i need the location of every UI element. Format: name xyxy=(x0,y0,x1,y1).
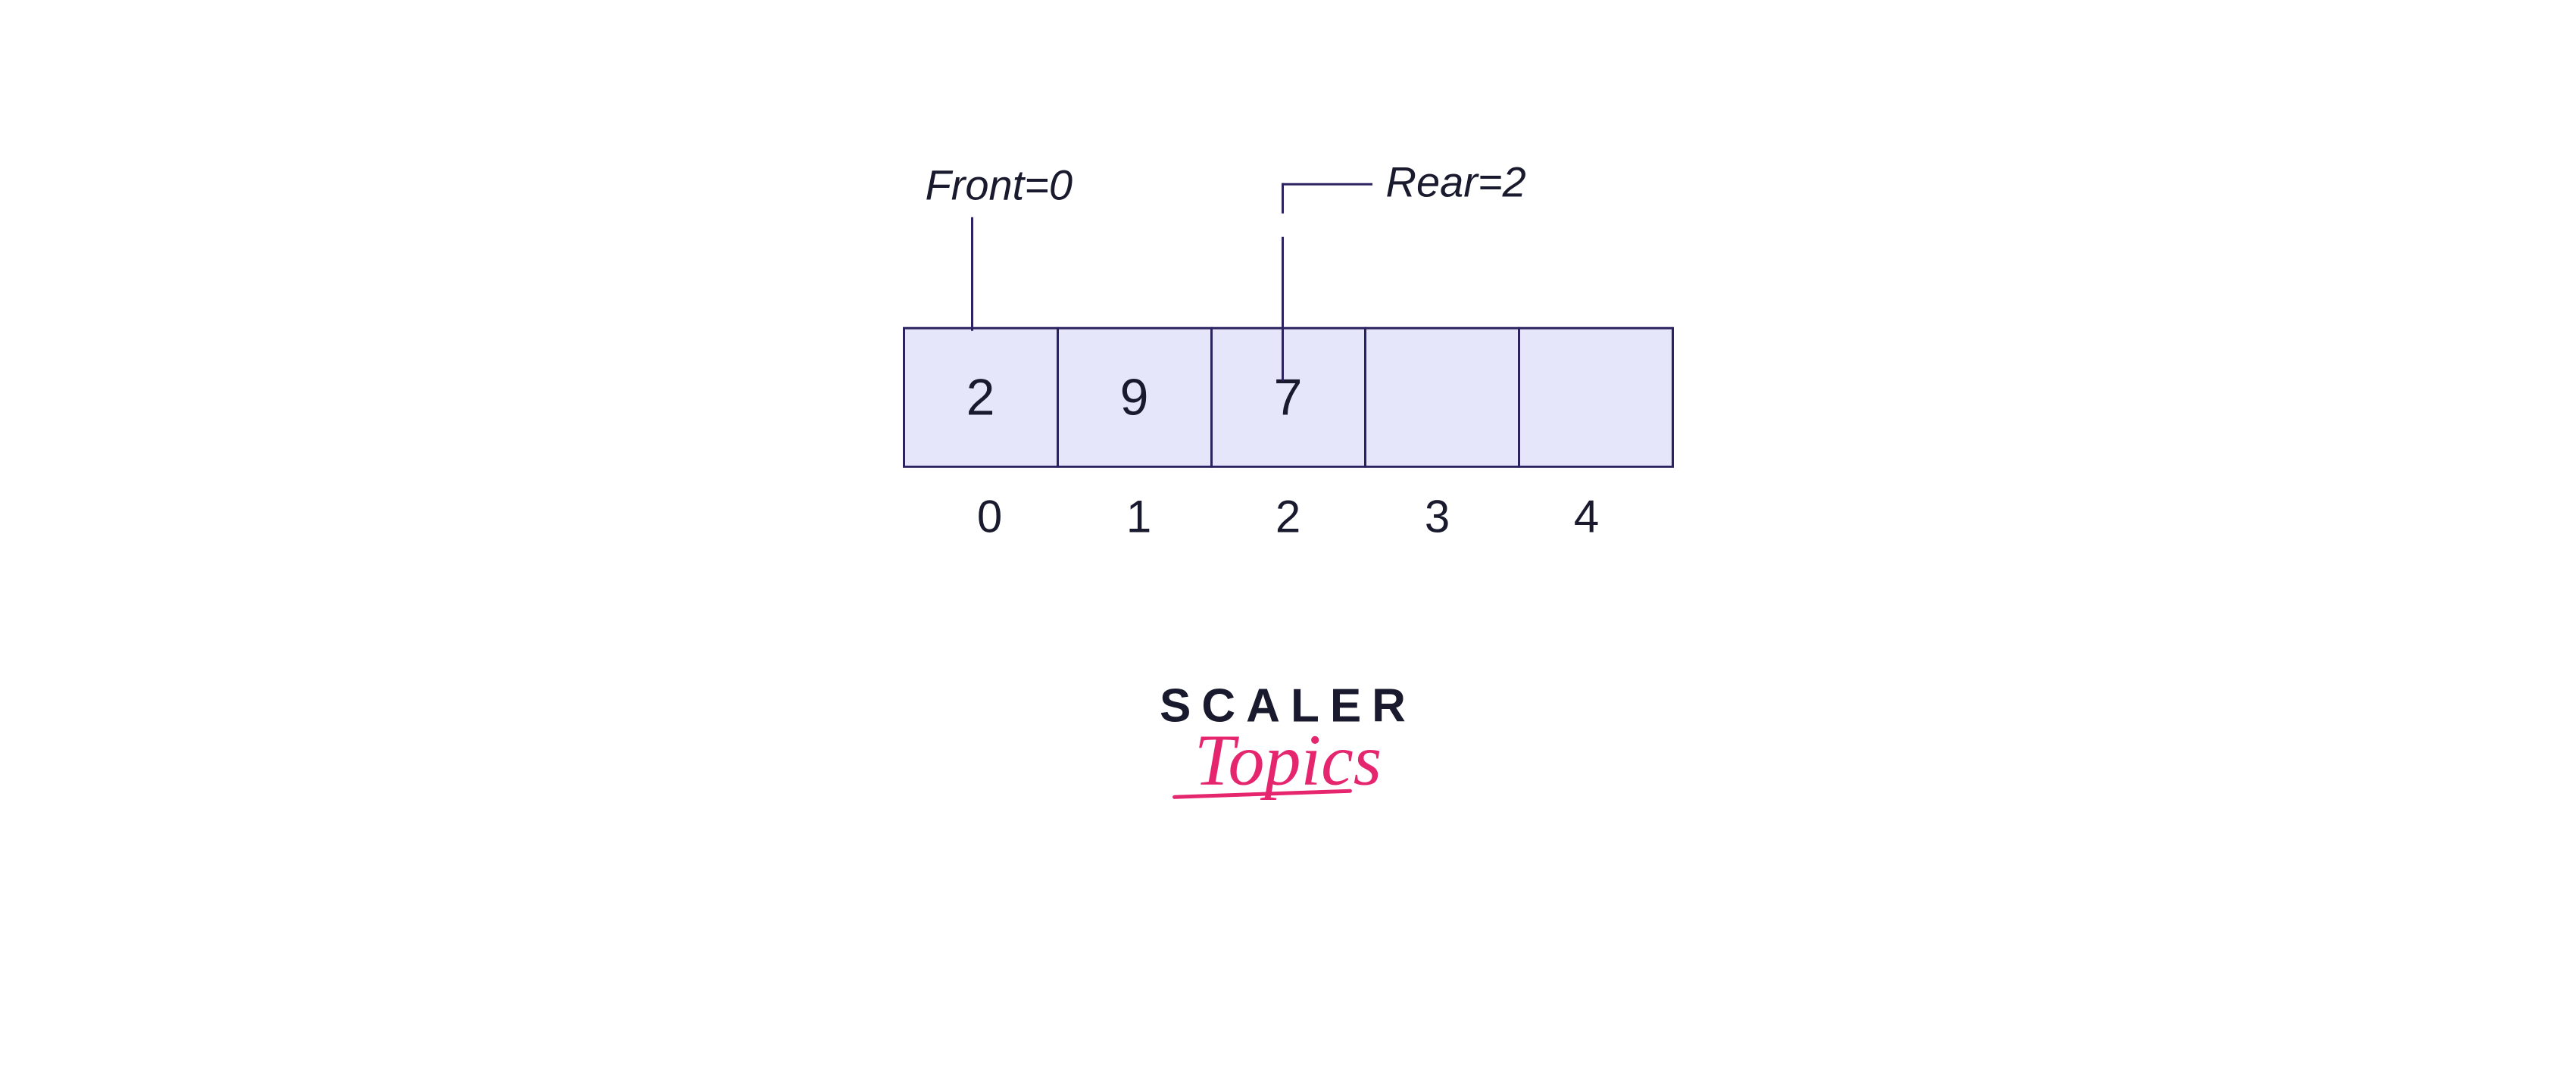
front-label: Front=0 xyxy=(926,161,1073,210)
queue-cell-3 xyxy=(1364,327,1520,468)
queue-diagram: Front=0 Rear=2 xyxy=(903,161,1674,802)
index-row: 0 1 2 3 4 xyxy=(914,491,1663,543)
rear-pointer-line-v xyxy=(1282,237,1284,381)
logo: SCALER Topics xyxy=(1160,679,1416,802)
index-2: 2 xyxy=(1213,491,1364,543)
rear-pointer-line-h xyxy=(1282,183,1372,186)
queue-cell-1: 9 xyxy=(1057,327,1213,468)
index-4: 4 xyxy=(1511,491,1663,543)
queue-array: 2 9 7 xyxy=(903,327,1674,468)
queue-cell-0: 2 xyxy=(903,327,1059,468)
front-pointer-line xyxy=(971,217,973,331)
queue-cell-2: 7 xyxy=(1210,327,1366,468)
index-1: 1 xyxy=(1063,491,1215,543)
front-pointer: Front=0 xyxy=(926,161,1073,331)
logo-line-2: Topics xyxy=(1160,718,1416,802)
diagram-canvas: Front=0 Rear=2 xyxy=(0,0,2576,1065)
pointer-row: Front=0 Rear=2 xyxy=(903,161,1674,327)
index-0: 0 xyxy=(914,491,1066,543)
queue-cell-4 xyxy=(1518,327,1674,468)
rear-pointer: Rear=2 xyxy=(1236,161,1284,381)
index-3: 3 xyxy=(1362,491,1513,543)
rear-label: Rear=2 xyxy=(1386,158,1526,207)
